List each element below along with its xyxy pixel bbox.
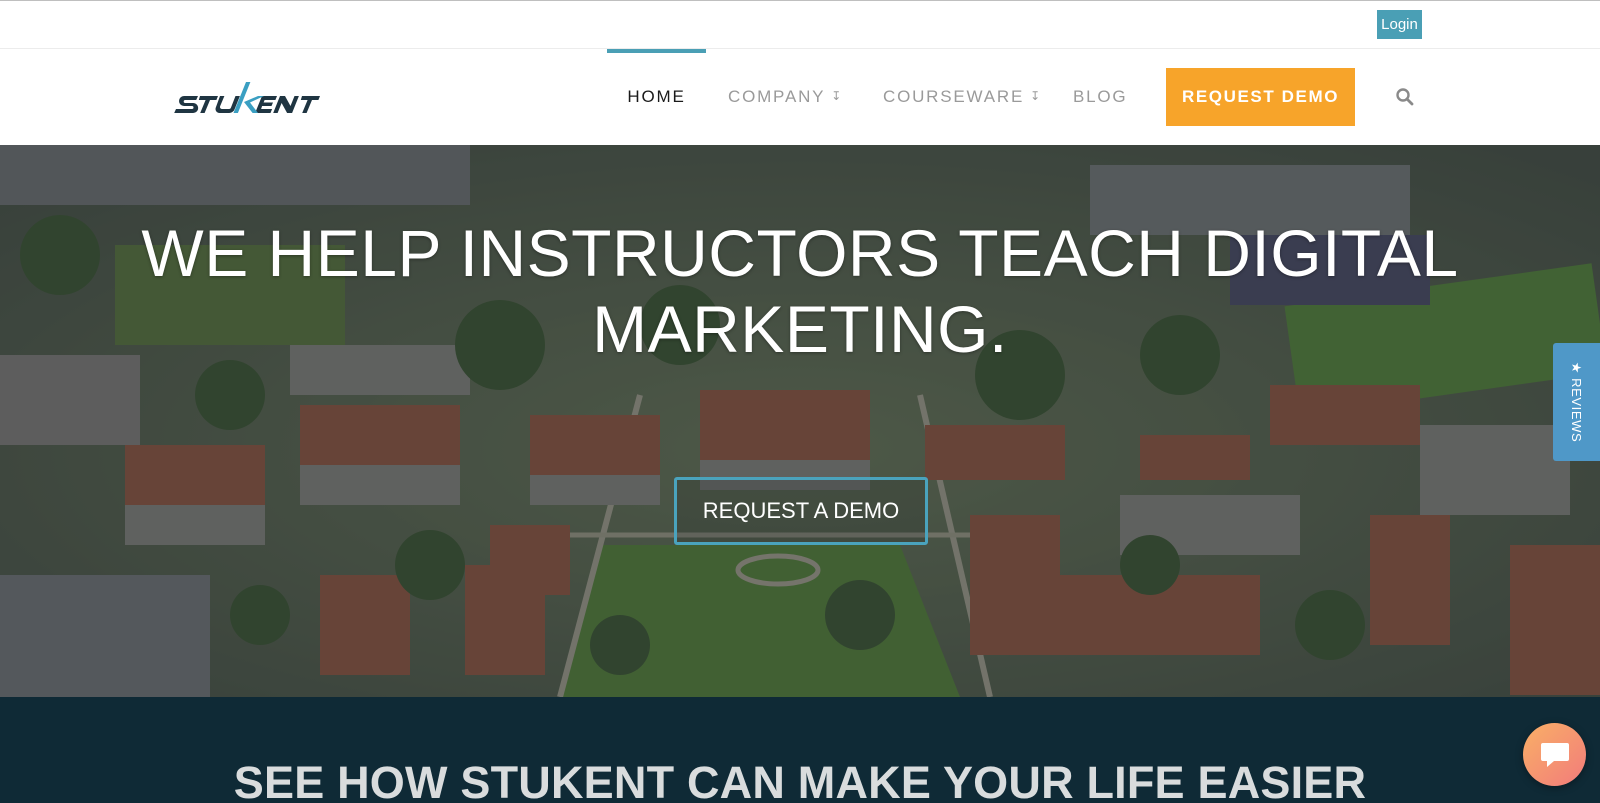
login-button[interactable]: Login	[1377, 10, 1422, 39]
section-heading: SEE HOW STUKENT CAN MAKE YOUR LIFE EASIE…	[233, 757, 1367, 803]
nav-item-label: COURSEWARE	[883, 87, 1025, 106]
chevron-double-down-icon: ↧	[1030, 89, 1041, 103]
request-demo-button[interactable]: REQUEST DEMO	[1166, 68, 1355, 126]
reviews-side-tab[interactable]: ★ REVIEWS	[1553, 343, 1600, 461]
nav-item-label: BLOG	[1073, 87, 1128, 106]
hero-section: WE HELP INSTRUCTORS TEACH DIGITAL MARKET…	[0, 145, 1600, 697]
chat-bubble-icon	[1541, 743, 1569, 767]
nav-item-label: HOME	[627, 87, 686, 106]
search-icon[interactable]	[1395, 87, 1415, 107]
chevron-double-down-icon: ↧	[831, 89, 842, 103]
top-utility-bar: Login	[0, 0, 1600, 49]
nav-item-blog[interactable]: BLOG	[1073, 49, 1127, 145]
benefits-section: SEE HOW STUKENT CAN MAKE YOUR LIFE EASIE…	[0, 697, 1600, 803]
nav-item-courseware[interactable]: COURSEWARE ↧	[883, 49, 1040, 145]
main-navbar: HOME COMPANY ↧ COURSEWARE ↧ BLOG REQUEST…	[0, 49, 1600, 145]
nav-item-company[interactable]: COMPANY ↧	[728, 49, 841, 145]
nav-item-label: COMPANY	[728, 87, 826, 106]
chat-launcher-button[interactable]	[1523, 723, 1586, 786]
stukent-logo[interactable]	[170, 76, 330, 121]
request-a-demo-button[interactable]: REQUEST A DEMO	[674, 477, 928, 545]
reviews-tab-label: ★ REVIEWS	[1569, 361, 1584, 443]
hero-headline: WE HELP INSTRUCTORS TEACH DIGITAL MARKET…	[141, 216, 1459, 366]
nav-item-home[interactable]: HOME	[607, 49, 706, 145]
